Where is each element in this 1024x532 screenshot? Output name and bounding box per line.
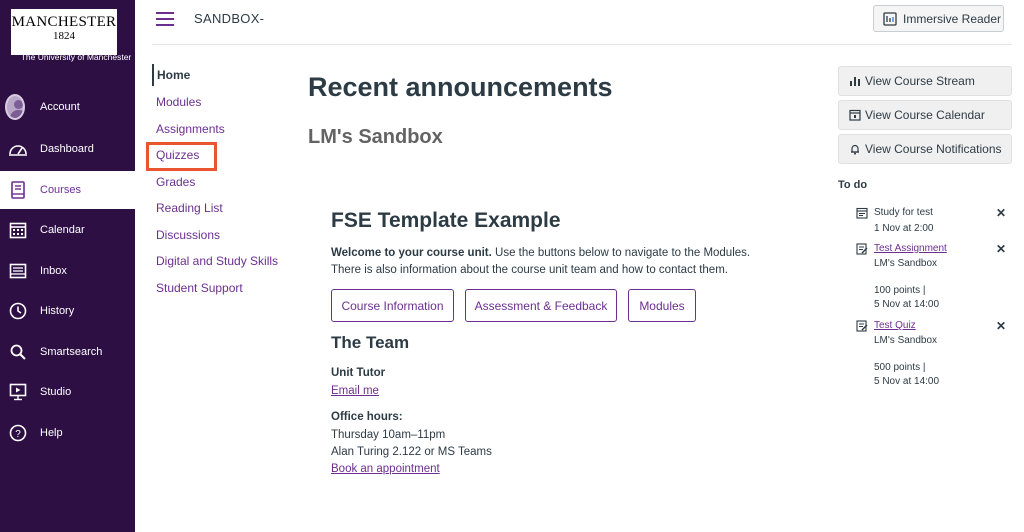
- todo-item-date: 5 Nov at 14:00: [874, 376, 940, 387]
- breadcrumb[interactable]: SANDBOX-: [194, 11, 264, 26]
- dismiss-todo-button[interactable]: ✕: [996, 319, 1006, 333]
- todo-item-course: LM's Sandbox: [874, 335, 938, 346]
- course-information-button[interactable]: Course Information: [331, 289, 454, 322]
- logo-year: 1824: [53, 30, 75, 42]
- global-nav-label: Account: [40, 101, 80, 113]
- help-icon: ?: [8, 423, 28, 443]
- account-avatar: [5, 94, 28, 120]
- stream-icon: [849, 75, 861, 87]
- course-nav-reading-list[interactable]: Reading List: [152, 197, 223, 219]
- immersive-reader-icon: [883, 11, 897, 26]
- global-nav-label: Courses: [40, 184, 81, 196]
- assessment-feedback-button[interactable]: Assessment & Feedback: [465, 289, 617, 322]
- courses-icon: [8, 180, 28, 200]
- todo-item-course: LM's Sandbox: [874, 258, 938, 269]
- unit-tutor-label: Unit Tutor: [331, 367, 386, 379]
- template-heading: FSE Template Example: [331, 209, 561, 232]
- course-nav-discussions[interactable]: Discussions: [152, 224, 220, 246]
- view-course-calendar-button[interactable]: View Course Calendar: [838, 100, 1012, 130]
- course-nav-home[interactable]: Home: [152, 64, 190, 86]
- todo-item-title: Study for test: [874, 207, 933, 218]
- view-course-notifications-label: View Course Notifications: [865, 142, 1002, 156]
- global-nav-inbox[interactable]: Inbox: [0, 252, 135, 290]
- course-nav-grades[interactable]: Grades: [152, 171, 195, 193]
- global-navigation: MANCHESTER 1824 The University of Manche…: [0, 0, 135, 532]
- todo-item-points: 500 points |: [874, 362, 926, 373]
- page-title: Recent announcements: [308, 72, 613, 102]
- todo-item-date: 1 Nov at 2:00: [874, 223, 934, 234]
- global-nav-label: History: [40, 305, 75, 317]
- office-location: Alan Turing 2.122 or MS Teams: [331, 446, 492, 458]
- todo-heading: To do: [838, 179, 868, 191]
- global-nav-dashboard[interactable]: Dashboard: [0, 130, 135, 168]
- view-course-notifications-button[interactable]: View Course Notifications: [838, 134, 1012, 164]
- view-course-calendar-label: View Course Calendar: [865, 108, 985, 122]
- course-nav-quizzes[interactable]: Quizzes: [152, 144, 199, 166]
- calendar-icon: [856, 206, 868, 219]
- header-divider: [152, 44, 1012, 45]
- dismiss-todo-button[interactable]: ✕: [996, 206, 1006, 220]
- office-hours-time: Thursday 10am–11pm: [331, 429, 446, 441]
- todo-item-title[interactable]: Test Assignment: [874, 243, 947, 254]
- course-menu-toggle[interactable]: [156, 12, 174, 26]
- welcome-text: Welcome to your course unit. Use the but…: [331, 245, 771, 279]
- svg-text:?: ?: [15, 429, 21, 440]
- assignment-icon: [856, 242, 868, 255]
- global-nav-calendar[interactable]: Calendar: [0, 211, 135, 249]
- modules-button[interactable]: Modules: [628, 289, 696, 322]
- inbox-icon: [8, 261, 28, 281]
- global-nav-label: Dashboard: [40, 143, 94, 155]
- global-nav-studio[interactable]: Studio: [0, 373, 135, 411]
- global-nav-label: Help: [40, 427, 63, 439]
- global-nav-account[interactable]: Account: [0, 88, 135, 126]
- global-nav-history[interactable]: History: [0, 292, 135, 330]
- calendar-icon: [8, 220, 28, 240]
- welcome-bold: Welcome to your course unit.: [331, 247, 492, 259]
- global-nav-label: Studio: [40, 386, 72, 398]
- global-nav-label: Smartsearch: [40, 346, 103, 358]
- global-nav-smartsearch[interactable]: Smartsearch: [0, 333, 135, 371]
- search-icon: [8, 342, 28, 362]
- course-subtitle: LM's Sandbox: [308, 126, 443, 148]
- course-nav-digital-study-skills[interactable]: Digital and Study Skills: [152, 250, 278, 272]
- todo-item-title[interactable]: Test Quiz: [874, 320, 916, 331]
- immersive-reader-button[interactable]: Immersive Reader: [873, 5, 1004, 32]
- course-nav-modules[interactable]: Modules: [152, 91, 201, 113]
- dismiss-todo-button[interactable]: ✕: [996, 242, 1006, 256]
- course-nav-student-support[interactable]: Student Support: [152, 277, 243, 299]
- email-me-link[interactable]: Email me: [331, 385, 379, 397]
- view-course-stream-button[interactable]: View Course Stream: [838, 66, 1012, 96]
- global-nav-courses[interactable]: Courses: [0, 171, 135, 209]
- todo-item-points: 100 points |: [874, 285, 926, 296]
- studio-icon: [8, 382, 28, 402]
- view-course-stream-label: View Course Stream: [865, 74, 975, 88]
- book-appointment-link[interactable]: Book an appointment: [331, 463, 440, 475]
- office-hours-label: Office hours:: [331, 411, 403, 423]
- dashboard-icon: [8, 139, 28, 159]
- university-logo[interactable]: MANCHESTER 1824 The University of Manche…: [11, 9, 131, 62]
- logo-subtitle: The University of Manchester: [20, 52, 132, 62]
- global-nav-help[interactable]: ? Help: [0, 414, 135, 452]
- immersive-reader-label: Immersive Reader: [903, 11, 1002, 26]
- global-nav-label: Inbox: [40, 265, 67, 277]
- bell-icon: [849, 143, 861, 155]
- quiz-icon: [856, 319, 868, 332]
- todo-item-date: 5 Nov at 14:00: [874, 299, 940, 310]
- course-nav-assignments[interactable]: Assignments: [152, 118, 225, 140]
- history-icon: [8, 301, 28, 321]
- team-heading: The Team: [331, 333, 410, 352]
- calendar-icon: [849, 109, 861, 121]
- global-nav-label: Calendar: [40, 224, 85, 236]
- logo-wordmark: MANCHESTER: [11, 14, 117, 30]
